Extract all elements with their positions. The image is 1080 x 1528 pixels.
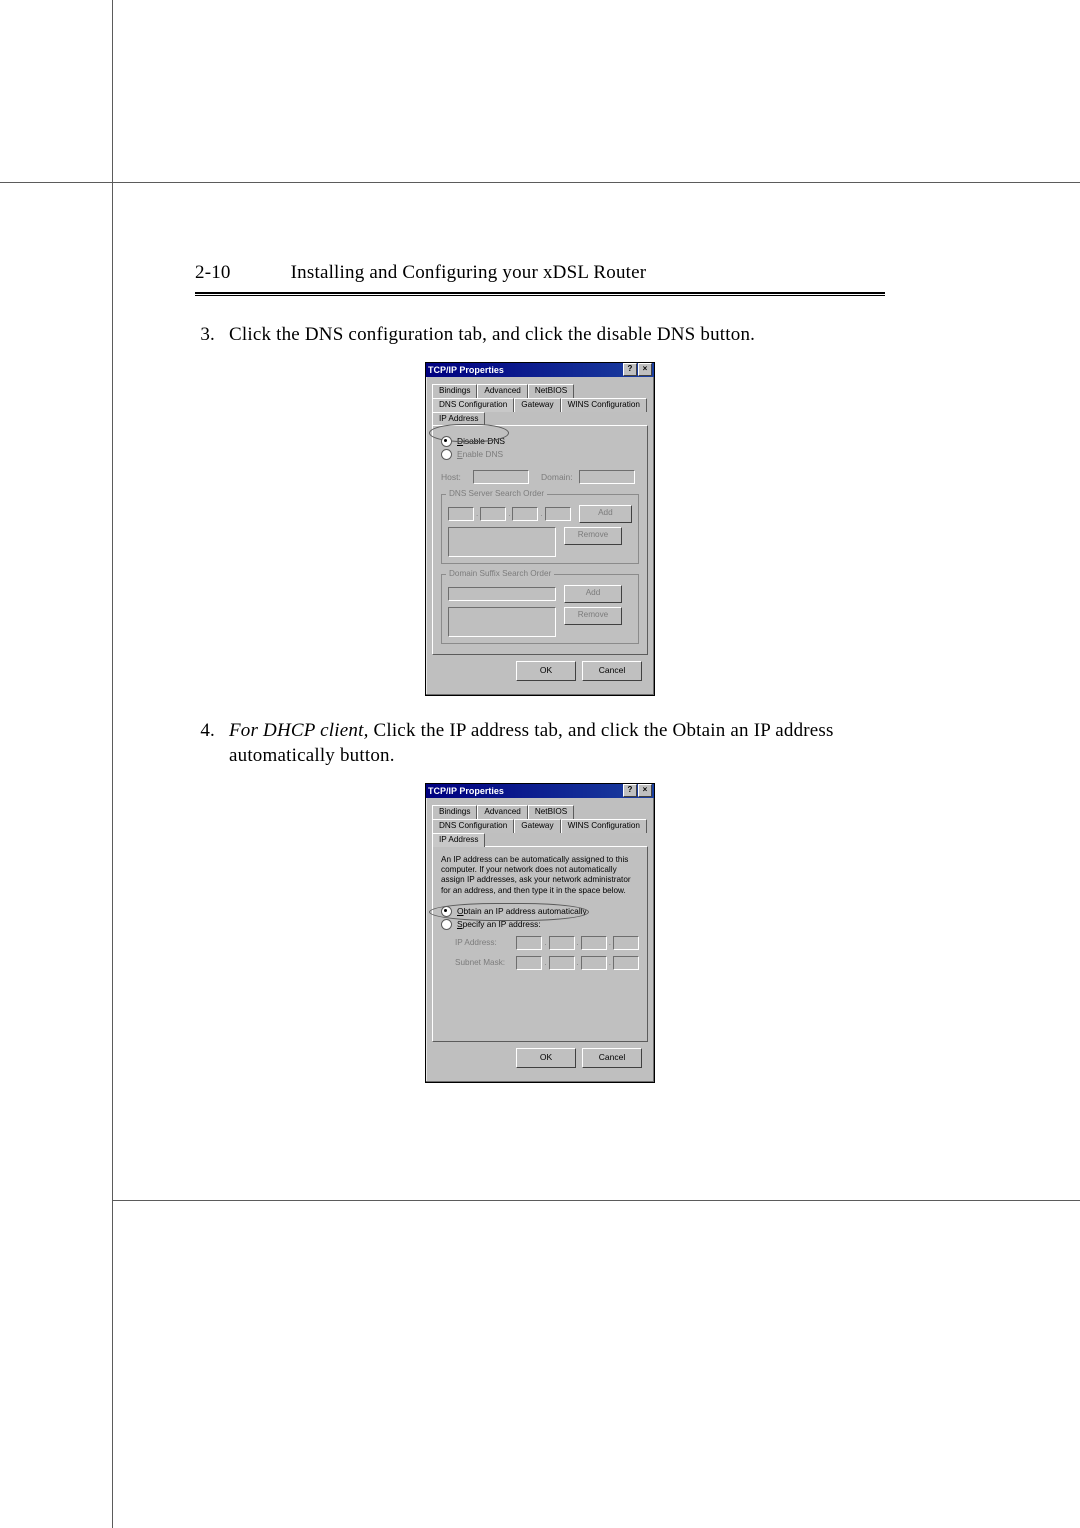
page-number: 2-10 (195, 262, 231, 284)
dialog-title: TCP/IP Properties (428, 365, 504, 375)
dns-ip-input[interactable]: . . . (448, 507, 571, 521)
page-top-rule (0, 182, 1080, 183)
tab-wins-configuration[interactable]: WINS Configuration (561, 398, 647, 412)
specify-ip-radio[interactable] (441, 919, 452, 930)
dns-add-button[interactable]: Add (579, 505, 632, 523)
ip-help-text: An IP address can be automatically assig… (441, 855, 639, 896)
page-title: Installing and Configuring your xDSL Rou… (291, 262, 647, 284)
suffix-remove-button[interactable]: Remove (564, 607, 622, 625)
host-label: Host: (441, 472, 469, 482)
page-bottom-rule (112, 1200, 1080, 1201)
subnet-mask-label: Subnet Mask: (455, 958, 512, 967)
cancel-button-2[interactable]: Cancel (582, 1048, 642, 1068)
dns-remove-button[interactable]: Remove (564, 527, 622, 545)
specify-ip-label: Specify an IP address: (457, 919, 541, 929)
ip-address-label: IP Address: (455, 938, 512, 947)
cancel-button[interactable]: Cancel (582, 661, 642, 681)
tab2-ip-address[interactable]: IP Address (432, 833, 485, 847)
dialog-titlebar-2: TCP/IP Properties ? × (426, 784, 654, 798)
tab-netbios[interactable]: NetBIOS (528, 384, 574, 398)
tab-bindings[interactable]: Bindings (432, 384, 477, 398)
subnet-mask-input[interactable]: . . . (516, 956, 639, 970)
step-3-number: 3. (195, 322, 215, 348)
enable-dns-label: Enable DNS (457, 449, 503, 459)
tab2-bindings[interactable]: Bindings (432, 805, 477, 819)
tab2-dns-configuration[interactable]: DNS Configuration (432, 819, 514, 833)
dialog-titlebar: TCP/IP Properties ? × (426, 363, 654, 377)
domain-suffix-legend: Domain Suffix Search Order (446, 569, 554, 578)
dns-server-order-legend: DNS Server Search Order (446, 489, 547, 498)
host-input[interactable] (473, 470, 529, 484)
ip-address-input[interactable]: . . . (516, 936, 639, 950)
tab2-gateway[interactable]: Gateway (514, 819, 560, 833)
step-3-text: Click the DNS configuration tab, and cli… (229, 322, 885, 348)
help-button-2[interactable]: ? (623, 784, 637, 797)
close-button[interactable]: × (638, 363, 652, 376)
page-left-rule (112, 0, 113, 1528)
tab-ip-address[interactable]: IP Address (432, 412, 485, 426)
tab-gateway[interactable]: Gateway (514, 398, 560, 412)
dialog-title-2: TCP/IP Properties (428, 786, 504, 796)
dns-list[interactable] (448, 527, 556, 557)
domain-input[interactable] (579, 470, 635, 484)
tcpip-properties-dialog-dns: TCP/IP Properties ? × Bindings Advanced … (425, 362, 655, 696)
obtain-ip-auto-radio[interactable] (441, 906, 452, 917)
tab2-advanced[interactable]: Advanced (477, 805, 527, 819)
suffix-input[interactable] (448, 587, 556, 601)
disable-dns-radio[interactable] (441, 436, 452, 447)
tab2-netbios[interactable]: NetBIOS (528, 805, 574, 819)
enable-dns-radio[interactable] (441, 449, 452, 460)
step-4-lead: For DHCP client, (229, 720, 369, 741)
ok-button-2[interactable]: OK (516, 1048, 576, 1068)
suffix-list[interactable] (448, 607, 556, 637)
tab2-wins-configuration[interactable]: WINS Configuration (561, 819, 647, 833)
help-button[interactable]: ? (623, 363, 637, 376)
header-rule (195, 292, 885, 296)
disable-dns-label: Disable DNS (457, 436, 505, 446)
suffix-add-button[interactable]: Add (564, 585, 622, 603)
step-4-number: 4. (195, 718, 215, 769)
tcpip-properties-dialog-ip: TCP/IP Properties ? × Bindings Advanced … (425, 783, 655, 1083)
close-button-2[interactable]: × (638, 784, 652, 797)
domain-label: Domain: (541, 472, 575, 482)
ok-button[interactable]: OK (516, 661, 576, 681)
obtain-ip-auto-label: Obtain an IP address automatically (457, 906, 587, 916)
tab-dns-configuration[interactable]: DNS Configuration (432, 398, 514, 412)
tab-advanced[interactable]: Advanced (477, 384, 527, 398)
